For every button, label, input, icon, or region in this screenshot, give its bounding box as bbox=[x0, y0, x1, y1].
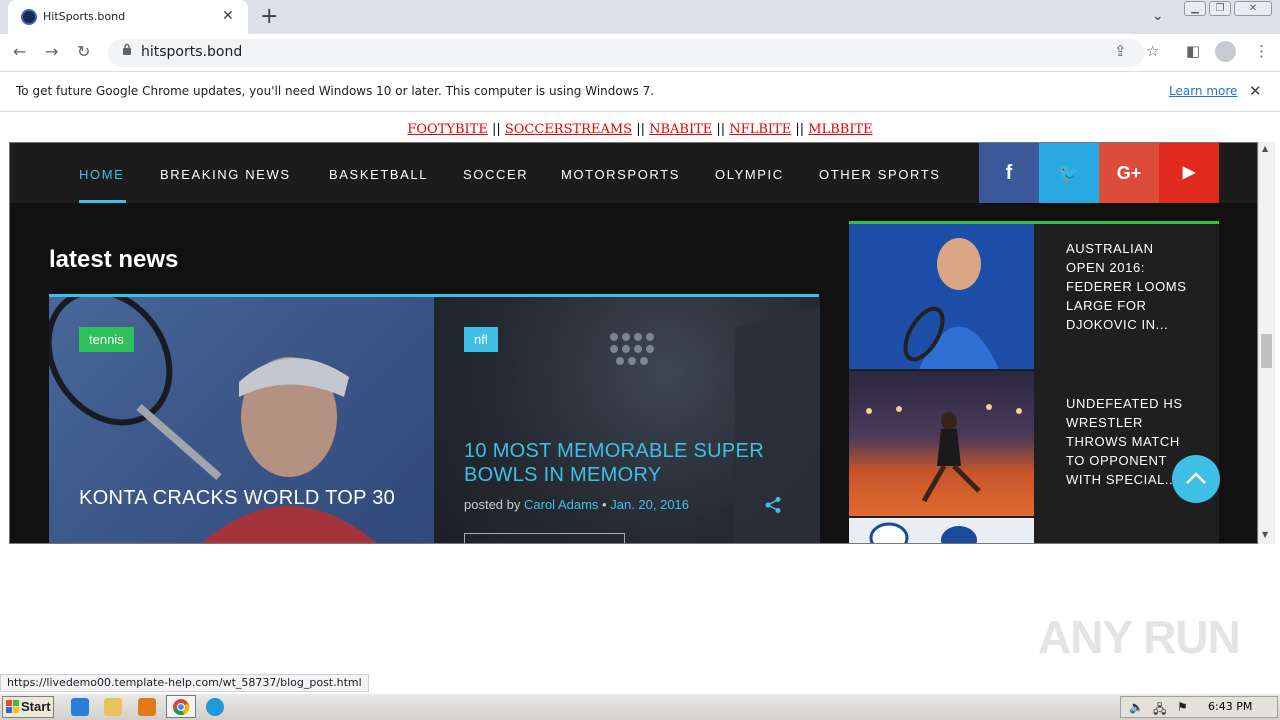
reload-icon[interactable]: ↻ bbox=[77, 42, 90, 61]
tab-title: HitSports.bond bbox=[43, 10, 126, 23]
news-card-tennis[interactable]: tennis KONTA CRACKS WORLD TOP 30 bbox=[49, 297, 434, 543]
tennis-thumbnail-image[interactable] bbox=[849, 224, 1034, 369]
menu-kebab-icon[interactable]: ⋮ bbox=[1254, 42, 1269, 60]
read-more-button[interactable] bbox=[464, 533, 625, 543]
learn-more-link[interactable]: Learn more bbox=[1169, 84, 1237, 98]
start-label: Start bbox=[21, 699, 51, 714]
mlbbite-link[interactable]: MLBBITE bbox=[808, 122, 872, 137]
facebook-icon[interactable]: f bbox=[979, 143, 1039, 203]
category-badge[interactable]: nfl bbox=[464, 327, 498, 352]
profile-avatar-icon[interactable] bbox=[1215, 41, 1236, 62]
media-player-icon[interactable] bbox=[138, 698, 156, 716]
nav-breaking-news[interactable]: BREAKING NEWS bbox=[160, 167, 291, 182]
nbabite-link[interactable]: NBABITE bbox=[649, 122, 712, 137]
edge-icon[interactable] bbox=[206, 698, 224, 716]
nav-active-indicator bbox=[79, 200, 126, 203]
chevron-up-icon bbox=[1186, 472, 1206, 484]
close-tab-icon[interactable]: ✕ bbox=[222, 8, 234, 24]
sidebar-news-title[interactable]: AUSTRALIAN OPEN 2016: FEDERER LOOMS LARG… bbox=[1066, 239, 1196, 334]
back-to-top-button[interactable] bbox=[1172, 455, 1220, 503]
nav-olympic[interactable]: OLYMPIC bbox=[715, 167, 784, 182]
file-explorer-icon[interactable] bbox=[104, 698, 122, 716]
infobar-message: To get future Google Chrome updates, you… bbox=[16, 84, 655, 98]
youtube-icon[interactable]: ▶ bbox=[1159, 143, 1219, 203]
latest-news-heading: latest news bbox=[49, 246, 179, 273]
link-separator: || bbox=[795, 122, 805, 137]
site-frame: HOME BREAKING NEWS BASKETBALL SOCCER MOT… bbox=[9, 142, 1258, 544]
close-infobar-icon[interactable]: ✕ bbox=[1249, 82, 1262, 100]
share-icon[interactable] bbox=[764, 496, 782, 514]
link-separator: || bbox=[491, 122, 501, 137]
nav-other-sports[interactable]: OTHER SPORTS bbox=[819, 167, 941, 182]
main-nav: HOME BREAKING NEWS BASKETBALL SOCCER MOT… bbox=[10, 143, 1257, 203]
forward-arrow-icon[interactable]: → bbox=[45, 42, 58, 61]
side-panel-icon[interactable]: ◧ bbox=[1186, 42, 1200, 60]
browser-tab[interactable]: HitSports.bond ✕ bbox=[8, 0, 248, 34]
scroll-down-arrow-icon[interactable]: ▼ bbox=[1262, 530, 1268, 539]
card-title[interactable]: 10 MOST MEMORABLE SUPER BOWLS IN MEMORY bbox=[464, 439, 794, 487]
site-favicon-icon bbox=[21, 9, 37, 25]
card-title[interactable]: KONTA CRACKS WORLD TOP 30 bbox=[79, 487, 395, 510]
network-icon[interactable]: 🖧 bbox=[1153, 700, 1166, 720]
windows-logo-icon bbox=[6, 700, 19, 713]
back-arrow-icon[interactable]: ← bbox=[13, 42, 26, 61]
anyrun-watermark: ANY RUN bbox=[1038, 611, 1241, 663]
close-window-icon[interactable]: ✕ bbox=[1234, 1, 1272, 16]
nav-home[interactable]: HOME bbox=[79, 167, 124, 182]
nflbite-link[interactable]: NFLBITE bbox=[729, 122, 791, 137]
new-tab-icon[interactable]: + bbox=[260, 4, 278, 29]
chrome-icon bbox=[173, 699, 190, 716]
category-badge[interactable]: tennis bbox=[79, 327, 134, 352]
system-tray: 🔈 🖧 ⚑ bbox=[1120, 696, 1278, 718]
share-page-icon[interactable]: ⇪ bbox=[1114, 42, 1127, 60]
runner-thumbnail-image[interactable] bbox=[849, 371, 1034, 516]
meta-dot: • bbox=[602, 497, 607, 512]
author-link[interactable]: Carol Adams bbox=[524, 497, 598, 512]
twitter-icon[interactable]: 🐦 bbox=[1039, 143, 1099, 203]
action-center-flag-icon[interactable]: ⚑ bbox=[1177, 700, 1188, 714]
bookmark-star-icon[interactable]: ☆ bbox=[1146, 42, 1159, 60]
posted-by-label: posted by bbox=[464, 497, 521, 512]
chrome-taskbar-button[interactable] bbox=[166, 695, 196, 718]
tab-search-chevron-icon[interactable]: ⌄ bbox=[1152, 8, 1164, 24]
google-plus-icon[interactable]: G+ bbox=[1099, 143, 1159, 203]
scrollbar-thumb[interactable] bbox=[1261, 334, 1272, 368]
nav-soccer[interactable]: SOCCER bbox=[463, 167, 528, 182]
post-meta: posted by Carol Adams • Jan. 20, 2016 bbox=[464, 497, 689, 512]
nav-motorsports[interactable]: MOTORSPORTS bbox=[561, 167, 680, 182]
start-button[interactable]: Start bbox=[2, 696, 54, 718]
link-separator: || bbox=[636, 122, 645, 137]
minimize-window-icon[interactable]: ▁ bbox=[1184, 1, 1206, 16]
internet-explorer-icon[interactable] bbox=[71, 698, 89, 716]
url-text[interactable]: hitsports.bond bbox=[141, 44, 242, 60]
soccerstreams-link[interactable]: SOCCERSTREAMS bbox=[505, 122, 632, 137]
restore-window-icon[interactable]: ❐ bbox=[1209, 1, 1231, 16]
top-links-bar: FOOTYBITE || SOCCERSTREAMS || NBABITE ||… bbox=[0, 122, 1280, 137]
volume-icon[interactable]: 🔈 bbox=[1129, 700, 1144, 714]
nav-basketball[interactable]: BASKETBALL bbox=[329, 167, 428, 182]
sidebar-news: AUSTRALIAN OPEN 2016: FEDERER LOOMS LARG… bbox=[849, 221, 1219, 543]
address-bar[interactable] bbox=[108, 39, 1144, 67]
post-date: Jan. 20, 2016 bbox=[610, 497, 690, 512]
football-thumbnail-image[interactable] bbox=[849, 518, 1034, 543]
scroll-up-arrow-icon[interactable]: ▲ bbox=[1262, 144, 1268, 153]
link-separator: || bbox=[716, 122, 726, 137]
taskbar-clock[interactable]: 6:43 PM bbox=[1208, 700, 1252, 713]
link-status-bar: https://livedemo00.template-help.com/wt_… bbox=[0, 674, 369, 692]
lock-icon[interactable] bbox=[122, 43, 132, 55]
tab-strip: HitSports.bond ✕ + ⌄ ▁ ❐ ✕ bbox=[0, 0, 1280, 34]
news-card-nfl[interactable]: nfl 10 MOST MEMORABLE SUPER BOWLS IN MEM… bbox=[434, 297, 820, 543]
footybite-link[interactable]: FOOTYBITE bbox=[407, 122, 487, 137]
